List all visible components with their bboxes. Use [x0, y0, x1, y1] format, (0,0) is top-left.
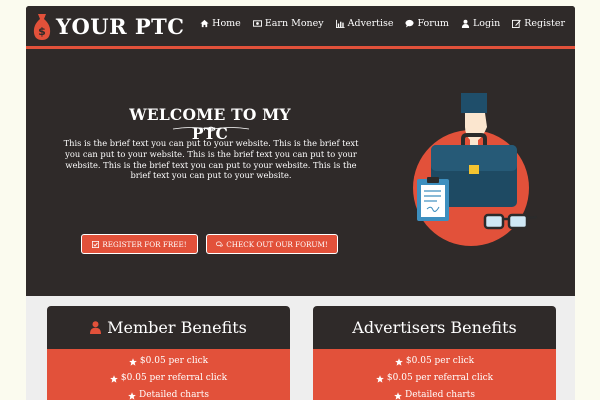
member-benefits-title: Member Benefits — [107, 318, 247, 337]
hero-section: WELCOME TO MY PTC This is the brief text… — [26, 49, 575, 296]
list-item-text: $0.05 per referral click — [386, 373, 494, 383]
member-benefits-list: $0.05 per click $0.05 per referral click… — [47, 349, 290, 400]
star-icon — [128, 391, 136, 400]
user-icon — [461, 19, 470, 28]
bar-chart-icon — [335, 19, 345, 28]
register-button[interactable]: REGISTER FOR FREE! — [81, 234, 198, 254]
hero-description: This is the brief text you can put to yo… — [63, 138, 359, 181]
benefits-section: Member Benefits $0.05 per click $0.05 pe… — [26, 296, 575, 400]
nav-earn-money-label: Earn Money — [264, 18, 324, 29]
advertisers-benefits-title: Advertisers Benefits — [352, 318, 517, 337]
briefcase-illustration — [413, 93, 538, 246]
list-item: Detailed charts — [47, 387, 290, 400]
nav-login-label: Login — [472, 18, 501, 29]
forum-button[interactable]: CHECK OUT OUR FORUM! — [206, 234, 338, 254]
site-frame: $ YOUR PTC Home Earn Money Advertise For… — [26, 6, 575, 400]
edit-icon — [512, 19, 522, 28]
advertisers-benefits-card: Advertisers Benefits $0.05 per click $0.… — [313, 306, 556, 400]
register-button-label: REGISTER FOR FREE! — [102, 239, 187, 249]
list-item: $0.05 per click — [313, 353, 556, 370]
logo-text: YOUR PTC — [56, 13, 185, 39]
star-icon — [395, 357, 403, 366]
money-bag-icon: $ — [33, 14, 51, 40]
forum-button-label: CHECK OUT OUR FORUM! — [226, 239, 328, 249]
list-item-text: $0.05 per referral click — [120, 373, 228, 383]
nav-register-label: Register — [524, 18, 565, 29]
star-icon — [376, 374, 384, 383]
list-item-text: Detailed charts — [139, 390, 209, 400]
nav-home[interactable]: Home — [200, 18, 241, 29]
star-icon — [129, 357, 137, 366]
star-icon — [110, 374, 118, 383]
list-item-text: Detailed charts — [405, 390, 475, 400]
list-item-text: $0.05 per click — [405, 356, 475, 366]
nav-advertise[interactable]: Advertise — [335, 18, 394, 29]
list-item-text: $0.05 per click — [139, 356, 209, 366]
svg-text:$: $ — [38, 25, 46, 38]
nav-login[interactable]: Login — [461, 18, 500, 29]
comment-icon — [405, 19, 415, 28]
advertisers-benefits-header: Advertisers Benefits — [313, 306, 556, 349]
list-item: $0.05 per referral click — [313, 370, 556, 387]
nav-home-label: Home — [212, 18, 241, 29]
comments-icon — [216, 240, 224, 247]
money-icon — [252, 20, 262, 27]
top-navbar: $ YOUR PTC Home Earn Money Advertise For… — [26, 6, 575, 46]
advertisers-benefits-list: $0.05 per click $0.05 per referral click… — [313, 349, 556, 400]
list-item: $0.05 per referral click — [47, 370, 290, 387]
nav-forum-label: Forum — [417, 18, 449, 29]
nav-forum[interactable]: Forum — [405, 18, 449, 29]
list-item: Detailed charts — [313, 387, 556, 400]
nav-earn-money[interactable]: Earn Money — [252, 18, 324, 29]
flourish-divider — [172, 126, 250, 132]
list-item: $0.05 per click — [47, 353, 290, 370]
member-benefits-card: Member Benefits $0.05 per click $0.05 pe… — [47, 306, 290, 400]
logo[interactable]: $ YOUR PTC — [32, 8, 185, 44]
main-nav: Home Earn Money Advertise Forum Login Re… — [200, 18, 565, 29]
member-benefits-header: Member Benefits — [47, 306, 290, 349]
home-icon — [200, 19, 209, 28]
star-icon — [394, 391, 402, 400]
user-icon — [90, 321, 102, 334]
nav-advertise-label: Advertise — [347, 18, 394, 29]
nav-register[interactable]: Register — [512, 18, 565, 29]
checkbox-icon — [92, 240, 100, 248]
